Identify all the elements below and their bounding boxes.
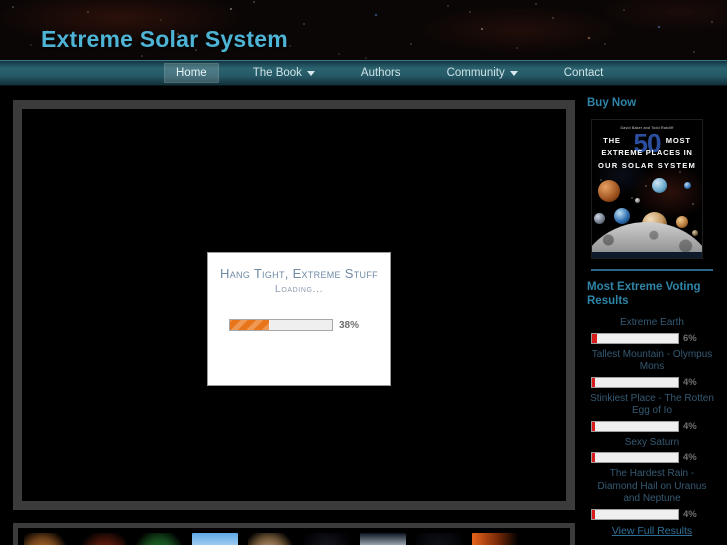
planet-mars-icon [598,179,620,202]
loading-progress-bar [229,319,333,331]
book-cover-line2: EXTREME PLACES IN [601,147,693,157]
vote-result-bar-fill [592,453,596,463]
main-content-frame: Hang Tight, Extreme Stuff Loading... 38% [13,100,575,510]
chevron-down-icon [509,70,518,76]
planet-moonlet-icon [635,197,640,203]
planet-earth-icon [614,207,630,224]
vote-result-item: Tallest Mountain - Olympus Mons 4% [587,349,717,388]
vote-result-percent: 4% [683,508,697,520]
book-cover-image[interactable]: David Baker and Todd Ratcliff 50 THE MOS… [591,118,703,259]
sidebar: Buy Now David Baker and Todd Ratcliff 50… [583,86,727,545]
thumbnail-item[interactable] [80,533,126,545]
thumbnail-item[interactable] [304,533,350,545]
voting-results-heading: Most Extreme Voting Results [587,280,701,308]
vote-result-bar [591,508,679,520]
loading-progress-label: 38% [339,319,360,331]
thumbnail-strip[interactable] [13,523,575,545]
main-content-inner: Hang Tight, Extreme Stuff Loading... 38% [22,109,566,501]
book-cover-footer-bar [592,251,702,258]
vote-result-bar [591,452,679,464]
nav-item-contact[interactable]: Contact [552,63,616,83]
buy-now-heading: Buy Now [587,97,637,109]
vote-result-bar-row: 4% [591,376,717,388]
thumbnail-item[interactable] [416,533,462,545]
nav-item-label: Home [176,67,207,79]
planet-tiny-icon [692,229,698,236]
nav-item-community[interactable]: Community [435,63,530,83]
vote-result-label: Sexy Saturn [624,436,680,448]
vote-result-label: Stinkiest Place - The Rotten Egg of Io [590,392,714,417]
nav-item-home[interactable]: Home [164,63,219,83]
thumbnail-item[interactable] [136,533,182,545]
thumbnail-item[interactable] [360,533,406,545]
nav-items: Home The Book Authors Community Contact [164,63,637,83]
loading-dialog-subtitle: Loading... [274,283,324,295]
loading-dialog-title: Hang Tight, Extreme Stuff [220,266,378,281]
sidebar-divider [591,268,713,271]
page-root: Extreme Solar System Home The Book Authors… [0,0,727,545]
vote-result-bar-row: 4% [591,508,717,520]
vote-result-item: Extreme Earth 6% [587,317,717,344]
vote-result-bar-fill [592,509,596,519]
vote-result-item: Sexy Saturn 4% [587,437,717,464]
vote-result-bar-row: 6% [591,332,717,344]
planet-venus-icon [676,215,688,228]
planet-neptune-icon [652,177,667,193]
vote-result-percent: 4% [683,452,697,464]
vote-result-percent: 4% [683,376,697,388]
vote-result-bar [591,420,679,432]
vote-result-percent: 4% [683,420,697,432]
voting-results-list: Extreme Earth 6% Tallest Mountain - Olympu… [587,317,717,520]
vote-result-bar-row: 4% [591,420,717,432]
thumbnail-item[interactable] [472,533,518,545]
vote-result-percent: 6% [683,332,697,344]
thumbnail-item[interactable] [192,533,238,545]
thumbnail-item[interactable] [24,533,70,545]
vote-result-bar-fill [592,377,596,387]
nav-item-label: Authors [360,67,401,79]
book-cover-line3: OUR SOLAR SYSTEM [597,160,697,170]
vote-result-bar [591,376,679,388]
thumbnail-item[interactable] [248,533,294,545]
nav-item-authors[interactable]: Authors [349,63,413,83]
book-cover-most: MOST [665,135,691,145]
book-cover-the: THE [603,135,621,145]
chevron-down-icon [306,70,315,76]
vote-result-bar [591,332,679,344]
thumbnail-row [18,528,570,545]
loading-progress-fill [230,320,269,330]
vote-result-bar-fill [592,421,596,431]
body-area: Hang Tight, Extreme Stuff Loading... 38% [0,86,727,545]
book-cover-line1: THE MOST [592,136,702,145]
site-title: Extreme Solar System [41,26,288,52]
vote-result-label: Extreme Earth [620,317,684,329]
vote-result-item: Stinkiest Place - The Rotten Egg of Io 4% [587,393,717,432]
nav-item-label: Contact [563,67,604,79]
planet-blue-icon [684,181,691,189]
vote-result-bar-row: 4% [591,452,717,464]
view-full-results-link[interactable]: View Full Results [587,525,717,537]
nav-item-label: The Book [252,67,302,79]
vote-result-item: The Hardest Rain - Diamond Hail on Uranu… [587,468,717,520]
loading-progress-row: 38% [229,319,359,331]
nav-item-the-book[interactable]: The Book [241,63,327,83]
vote-result-label: The Hardest Rain - Diamond Hail on Uranu… [597,468,707,505]
main-navigation: Home The Book Authors Community Contact [0,60,727,86]
planet-small-icon [594,212,605,224]
loading-dialog: Hang Tight, Extreme Stuff Loading... 38% [207,252,391,386]
vote-result-bar-fill [592,333,598,343]
nav-item-label: Community [446,67,505,79]
vote-result-label: Tallest Mountain - Olympus Mons [591,348,713,373]
